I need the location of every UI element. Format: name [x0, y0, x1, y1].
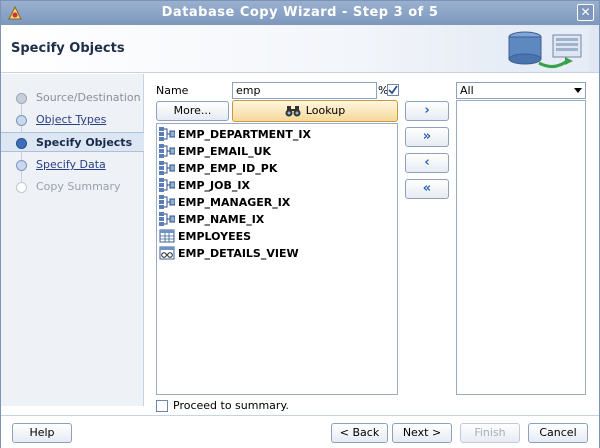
index-icon	[159, 144, 175, 158]
wizard-footer: Help < Back Next > Finish Cancel	[1, 415, 599, 448]
name-label: Name	[156, 84, 189, 97]
filter-selected-value: All	[460, 84, 474, 97]
index-icon	[159, 195, 175, 209]
index-icon	[159, 212, 175, 226]
lookup-label: Lookup	[305, 104, 346, 117]
index-icon	[159, 178, 175, 192]
object-name: EMP_DETAILS_VIEW	[178, 247, 299, 260]
object-name: EMP_JOB_IX	[178, 179, 250, 192]
wizard-window: Database Copy Wizard - Step 3 of 5 ✕ Spe…	[0, 0, 600, 448]
help-button[interactable]: Help	[12, 423, 72, 443]
close-icon[interactable]: ✕	[577, 4, 594, 21]
more-button[interactable]: More...	[156, 101, 229, 121]
available-objects-list[interactable]: EMP_DEPARTMENT_IX EMP_EMAIL_UK EMP_EMP_I…	[156, 123, 398, 395]
step-pending-icon	[16, 182, 27, 193]
add-selected-button[interactable]: ›	[405, 101, 449, 121]
remove-all-button[interactable]: «	[405, 179, 449, 199]
nav-step-label: Object Types	[36, 113, 107, 126]
step-link-icon	[16, 115, 27, 126]
checkbox-icon	[156, 400, 168, 412]
step-link-icon	[16, 160, 27, 171]
binoculars-icon	[285, 106, 301, 117]
lookup-button[interactable]: Lookup	[232, 100, 398, 122]
nav-step-label: Specify Objects	[36, 136, 133, 149]
table-icon	[159, 229, 175, 243]
wildcard-checkbox[interactable]	[387, 84, 399, 96]
proceed-label: Proceed to summary.	[173, 399, 289, 412]
selected-objects-list[interactable]	[456, 100, 586, 395]
chevron-down-icon	[574, 88, 582, 93]
checkmark-icon	[388, 85, 398, 95]
page-header: Specify Objects	[1, 25, 599, 73]
object-name: EMP_DEPARTMENT_IX	[178, 128, 311, 141]
filter-dropdown[interactable]: All	[456, 82, 586, 99]
step-done-icon	[16, 93, 27, 104]
nav-step-object-types[interactable]: Object Types	[1, 110, 144, 130]
name-search-input[interactable]	[232, 82, 377, 99]
nav-step-specify-data[interactable]: Specify Data	[1, 155, 144, 175]
cancel-button[interactable]: Cancel	[528, 423, 588, 443]
nav-step-label: Copy Summary	[36, 180, 121, 193]
nav-step-specify-objects[interactable]: Specify Objects	[1, 132, 144, 152]
index-icon	[159, 127, 175, 141]
object-name: EMP_EMP_ID_PK	[178, 162, 278, 175]
page-title: Specify Objects	[11, 41, 125, 56]
add-all-button[interactable]: »	[405, 127, 449, 147]
object-name: EMP_EMAIL_UK	[178, 145, 272, 158]
index-icon	[159, 161, 175, 175]
object-name: EMPLOYEES	[178, 230, 252, 243]
nav-step-source-destination[interactable]: Source/Destination	[1, 88, 144, 108]
wizard-steps-nav: Source/Destination Object Types Specify …	[1, 74, 144, 406]
database-copy-graphic-icon	[499, 27, 589, 71]
nav-step-copy-summary: Copy Summary	[1, 177, 144, 197]
object-name: EMP_MANAGER_IX	[178, 196, 291, 209]
nav-step-label: Source/Destination	[36, 91, 141, 104]
remove-selected-button[interactable]: ‹	[405, 153, 449, 173]
back-button[interactable]: < Back	[331, 423, 388, 443]
title-bar[interactable]: Database Copy Wizard - Step 3 of 5 ✕	[1, 1, 599, 25]
step-current-icon	[16, 138, 27, 149]
view-icon	[159, 246, 175, 260]
object-name: EMP_NAME_IX	[178, 213, 265, 226]
next-button[interactable]: Next >	[392, 423, 452, 443]
window-title: Database Copy Wizard - Step 3 of 5	[161, 5, 439, 20]
finish-button: Finish	[460, 423, 520, 443]
nav-step-label: Specify Data	[36, 158, 106, 171]
